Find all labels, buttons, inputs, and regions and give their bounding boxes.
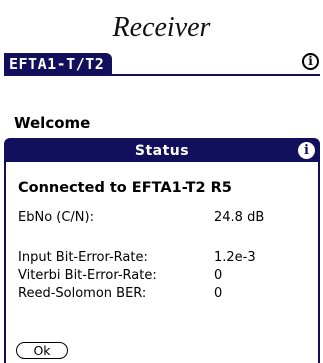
status-dialog: Status i Connected to EFTA1-T2 R5 EbNo (… (4, 138, 320, 363)
ok-button[interactable]: Ok (16, 342, 68, 359)
input-ber-label: Input Bit-Error-Rate: (18, 250, 148, 265)
viterbi-ber-value: 0 (214, 268, 223, 283)
reed-solomon-ber-value: 0 (214, 286, 223, 301)
figure-caption: Receiver (112, 12, 211, 43)
input-ber-value: 1.2e-3 (214, 250, 256, 265)
reed-solomon-ber-label: Reed-Solomon BER: (18, 286, 147, 301)
viterbi-ber-row: Viterbi Bit-Error-Rate: 0 (18, 268, 222, 283)
welcome-text: Welcome (14, 114, 91, 132)
dialog-info-icon[interactable]: i (298, 142, 315, 159)
reed-solomon-ber-row: Reed-Solomon BER: 0 (18, 286, 222, 301)
ebno-label: EbNo (C/N): (18, 210, 94, 225)
input-ber-row: Input Bit-Error-Rate: 1.2e-3 (18, 250, 256, 265)
ebno-value: 24.8 dB (214, 210, 265, 225)
app-title[interactable]: EFTA1-T/T2 (4, 53, 113, 76)
viterbi-ber-label: Viterbi Bit-Error-Rate: (18, 268, 157, 283)
connection-status: Connected to EFTA1-T2 R5 (18, 180, 232, 196)
ebno-row: EbNo (C/N): 24.8 dB (18, 210, 264, 225)
title-bar-divider (4, 74, 320, 76)
device-screen: EFTA1-T/T2 i Welcome Status i Connected … (4, 50, 320, 363)
dialog-title: Status (6, 140, 318, 162)
info-icon[interactable]: i (302, 53, 319, 70)
